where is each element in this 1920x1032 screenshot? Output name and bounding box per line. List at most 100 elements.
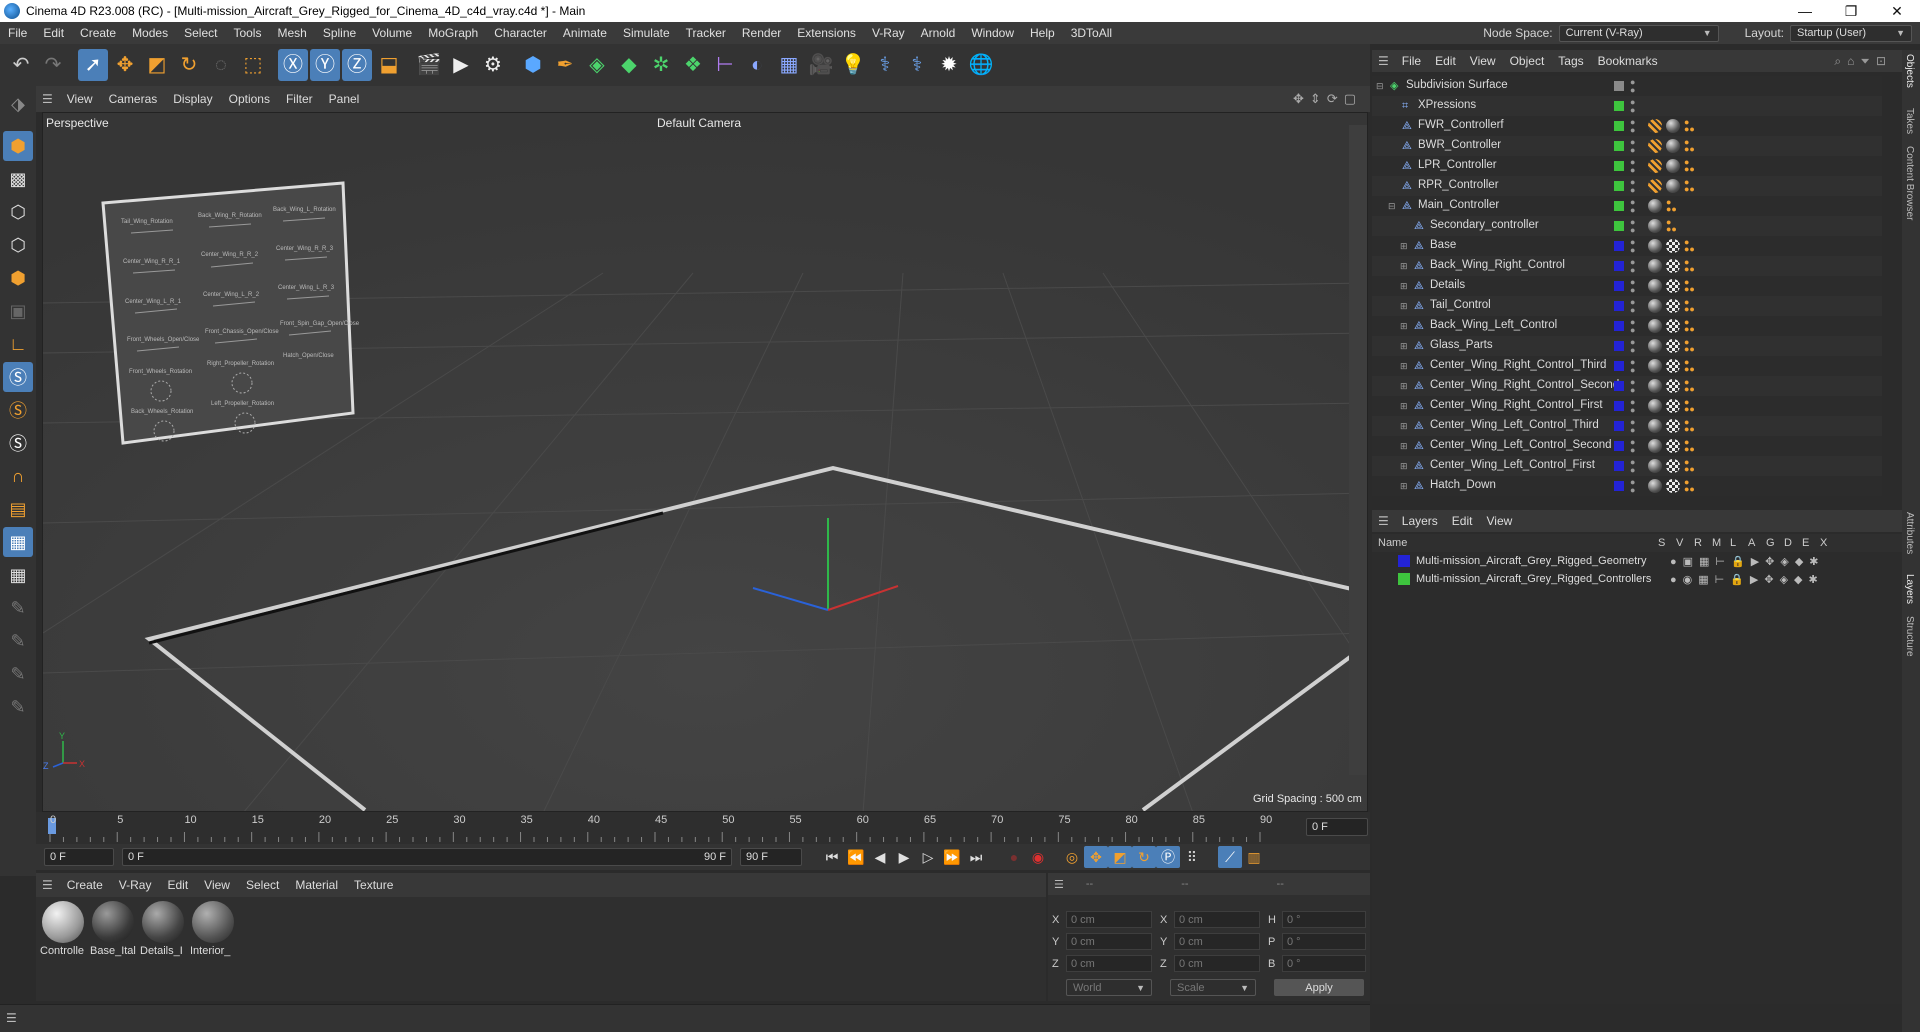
- polygons-mode-button[interactable]: ⬢: [3, 263, 33, 293]
- rotate-tool-button[interactable]: ↻: [174, 49, 204, 81]
- floor-button[interactable]: ▦: [774, 49, 804, 81]
- timeline-ruler[interactable]: 0 5 10 15 20 25 30 35 40 45 50 55 60 65 70 75 80 85 90 0 F: [36, 812, 1370, 844]
- object-tag-icon[interactable]: [1648, 299, 1662, 313]
- expression-tag-icon[interactable]: ● ●●: [1684, 238, 1695, 254]
- paint-tool-button[interactable]: ✎: [3, 593, 33, 623]
- apply-button[interactable]: Apply: [1274, 979, 1364, 996]
- vray-settings-button[interactable]: ✹: [934, 49, 964, 81]
- cube-button[interactable]: ⬢: [518, 49, 548, 81]
- object-menu-view[interactable]: View: [1463, 54, 1503, 68]
- expand-toggle-icon[interactable]: ⊞: [1400, 281, 1408, 292]
- menu-render[interactable]: Render: [734, 26, 789, 40]
- object-list[interactable]: ⊟ ◈ Subdivision Surface ● ● ⌗ XPressions ● ● ⟁ FWR…: [1372, 76, 1882, 496]
- layer-color-indicator[interactable]: [1614, 201, 1624, 211]
- layer-row[interactable]: Multi-mission_Aircraft_Grey_Rigged_Geome…: [1372, 552, 1902, 570]
- object-tag-icon[interactable]: [1666, 319, 1680, 333]
- visibility-dots-icon[interactable]: ● ●: [1630, 218, 1635, 235]
- object-row[interactable]: ⊞ ⟁ Center_Wing_Left_Control_First ● ● ● ●●: [1372, 456, 1882, 476]
- visibility-dots-icon[interactable]: ● ●: [1630, 338, 1635, 355]
- object-tag-icon[interactable]: [1648, 479, 1662, 493]
- expand-toggle-icon[interactable]: ⊞: [1400, 401, 1408, 412]
- layer-color-indicator[interactable]: [1614, 181, 1624, 191]
- expand-toggle-icon[interactable]: ⊞: [1400, 341, 1408, 352]
- size-y-field[interactable]: 0 cm: [1174, 933, 1260, 950]
- size-z-field[interactable]: 0 cm: [1174, 955, 1260, 972]
- layer-menu-layers[interactable]: Layers: [1395, 514, 1445, 528]
- object-row[interactable]: ⊞ ⟁ Center_Wing_Right_Control_First ● ● ● ●●: [1372, 396, 1882, 416]
- expression-tag-icon[interactable]: ● ●●: [1666, 198, 1677, 214]
- z-axis-lock-button[interactable]: Ⓩ: [342, 49, 372, 81]
- menu-select[interactable]: Select: [176, 26, 225, 40]
- layer-color-indicator[interactable]: [1614, 321, 1624, 331]
- object-row[interactable]: ⊞ ⟁ Back_Wing_Right_Control ● ● ● ●●: [1372, 256, 1882, 276]
- object-tag-icon[interactable]: [1666, 299, 1680, 313]
- material-swatch[interactable]: Interior_: [190, 901, 236, 997]
- object-menu-bookmarks[interactable]: Bookmarks: [1591, 54, 1665, 68]
- rotation-h-field[interactable]: 0 °: [1282, 911, 1366, 928]
- scale-tool-button[interactable]: ◩: [142, 49, 172, 81]
- object-row[interactable]: ⊟ ⟁ Main_Controller ● ● ● ●●: [1372, 196, 1882, 216]
- light-button[interactable]: 💡: [838, 49, 868, 81]
- key-scale-button[interactable]: ◩: [1108, 846, 1132, 868]
- next-frame-button[interactable]: ▷: [916, 846, 940, 868]
- key-rotation-button[interactable]: ↻: [1132, 846, 1156, 868]
- object-tag-icon[interactable]: [1648, 379, 1662, 393]
- expand-toggle-icon[interactable]: ⊞: [1400, 301, 1408, 312]
- mograph-button[interactable]: ❖: [678, 49, 708, 81]
- object-row[interactable]: ⊞ ⟁ Center_Wing_Left_Control_Second ● ● ● ●●: [1372, 436, 1882, 456]
- layer-color-indicator[interactable]: [1614, 121, 1624, 131]
- record-keys-button[interactable]: ●: [1002, 846, 1026, 868]
- menu-tools[interactable]: Tools: [225, 26, 269, 40]
- model-mode-button[interactable]: ⬢: [3, 131, 33, 161]
- layer-menu-edit[interactable]: Edit: [1445, 514, 1480, 528]
- object-tag-icon[interactable]: [1648, 419, 1662, 433]
- menu-vray[interactable]: V-Ray: [864, 26, 913, 40]
- deformer-button[interactable]: ⊢: [710, 49, 740, 81]
- make-editable-button[interactable]: ⬗: [3, 89, 33, 119]
- play-button[interactable]: ▶: [892, 846, 916, 868]
- object-tag-icon[interactable]: [1648, 179, 1662, 193]
- expression-tag-icon[interactable]: ● ●●: [1684, 138, 1695, 154]
- workplane-button[interactable]: ▤: [3, 494, 33, 524]
- object-row[interactable]: ⟁ FWR_Controllerf ● ● ● ●●: [1372, 116, 1882, 136]
- object-tag-icon[interactable]: [1648, 259, 1662, 273]
- viewport-menu-cameras[interactable]: Cameras: [101, 92, 166, 106]
- expression-tag-icon[interactable]: ● ●●: [1684, 298, 1695, 314]
- object-row[interactable]: ⌗ XPressions ● ●: [1372, 96, 1882, 116]
- expand-toggle-icon[interactable]: ⊟: [1388, 201, 1396, 212]
- object-menu-edit[interactable]: Edit: [1428, 54, 1463, 68]
- object-row[interactable]: ⊞ ⟁ Hatch_Down ● ● ● ●●: [1372, 476, 1882, 496]
- visibility-dots-icon[interactable]: ● ●: [1630, 258, 1635, 275]
- expression-tag-icon[interactable]: ● ●●: [1684, 258, 1695, 274]
- visibility-dots-icon[interactable]: ● ●: [1630, 318, 1635, 335]
- material-swatch[interactable]: Base_Ital: [90, 901, 136, 997]
- selection-filter-button[interactable]: ⬚: [238, 49, 268, 81]
- position-x-field[interactable]: 0 cm: [1066, 911, 1152, 928]
- render-view-button[interactable]: 🎬: [414, 49, 444, 81]
- node-space-dropdown[interactable]: Current (V-Ray) ▼: [1558, 24, 1719, 42]
- viewport-menu-options[interactable]: Options: [221, 92, 278, 106]
- expand-toggle-icon[interactable]: ⊟: [1376, 81, 1384, 92]
- start-frame-field[interactable]: 0 F: [44, 848, 114, 866]
- layer-row[interactable]: Multi-mission_Aircraft_Grey_Rigged_Contr…: [1372, 570, 1902, 588]
- layer-color-indicator[interactable]: [1614, 401, 1624, 411]
- coordinate-system-button[interactable]: ⬓: [374, 49, 404, 81]
- viewport-menu-display[interactable]: Display: [165, 92, 220, 106]
- visibility-dots-icon[interactable]: ● ●: [1630, 158, 1635, 175]
- expand-toggle-icon[interactable]: ⊞: [1400, 261, 1408, 272]
- menu-edit[interactable]: Edit: [35, 26, 72, 40]
- camera-button[interactable]: 🎥: [806, 49, 836, 81]
- viewport-menu-view[interactable]: View: [59, 92, 101, 106]
- menu-help[interactable]: Help: [1022, 26, 1063, 40]
- object-tag-icon[interactable]: [1666, 179, 1680, 193]
- frame-range-slider[interactable]: 0 F 90 F: [122, 848, 732, 866]
- live-selection-button[interactable]: ➚: [78, 49, 108, 81]
- expression-tag-icon[interactable]: ● ●●: [1666, 218, 1677, 234]
- viewport-camera-name[interactable]: Default Camera: [657, 116, 741, 130]
- object-tag-icon[interactable]: [1648, 159, 1662, 173]
- material-menu-create[interactable]: Create: [59, 878, 111, 892]
- menu-arnold[interactable]: Arnold: [913, 26, 964, 40]
- side-tab-objects[interactable]: Objects: [1904, 54, 1915, 88]
- material-menu-vray[interactable]: V-Ray: [111, 878, 160, 892]
- viewport-3d[interactable]: Tail_Wing_Rotation Back_Wing_R_Rotation Ba…: [42, 112, 1368, 812]
